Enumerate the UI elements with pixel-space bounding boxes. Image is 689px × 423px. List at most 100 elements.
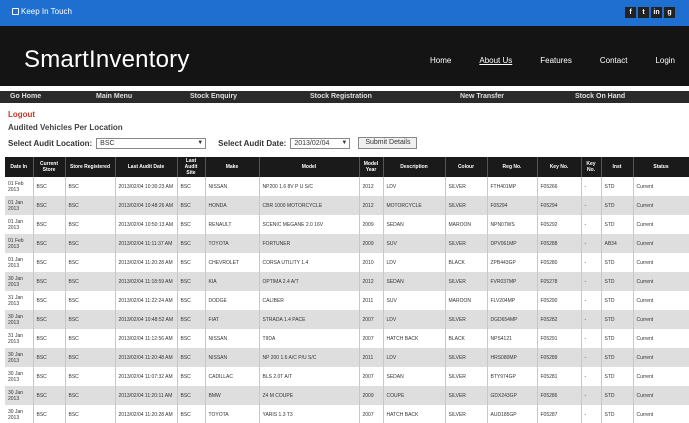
- menu-bar: Go Home Main Menu Stock Enquiry Stock Re…: [0, 91, 689, 103]
- col-key-no[interactable]: Key No.: [537, 157, 582, 177]
- cell-last-audit-date: 2013/02/04 11:11:37 AM: [115, 234, 178, 253]
- nav-login[interactable]: Login: [641, 56, 689, 65]
- table-row[interactable]: 30 Jan 2013 BSC BSC 2013/02/04 11:20:48 AM B…: [5, 348, 689, 367]
- cell-model: TIIDA: [259, 329, 360, 348]
- submit-details-button[interactable]: Submit Details: [358, 137, 418, 149]
- cell-description: SEDAN: [383, 367, 446, 386]
- cell-colour: MAROON: [445, 291, 488, 310]
- cell-current-store: BSC: [33, 177, 66, 196]
- menu-main-menu[interactable]: Main Menu: [96, 93, 132, 100]
- cell-inst: STD: [601, 310, 634, 329]
- col-status[interactable]: Status: [633, 157, 689, 177]
- cell-key-no: F05281: [537, 367, 582, 386]
- main-nav: Home About Us Features Contact Login: [416, 56, 689, 65]
- cell-current-store: BSC: [33, 367, 66, 386]
- twitter-icon[interactable]: t: [638, 7, 649, 18]
- table-row[interactable]: 01 Feb 2013 BSC BSC 2013/02/04 11:11:37 AM B…: [5, 234, 689, 253]
- menu-stock-enquiry[interactable]: Stock Enquiry: [190, 93, 237, 100]
- cell-store-registered: BSC: [65, 177, 116, 196]
- menu-new-transfer[interactable]: New Transfer: [460, 93, 504, 100]
- menu-go-home[interactable]: Go Home: [10, 93, 41, 100]
- cell-store-registered: BSC: [65, 272, 116, 291]
- cell-description: HATCH BACK: [383, 329, 446, 348]
- cell-inst: STD: [601, 348, 634, 367]
- date-select[interactable]: 2013/02/04 ▼: [290, 137, 351, 149]
- site-header: SmartInventory Home About Us Features Co…: [0, 26, 689, 86]
- col-date-in[interactable]: Date In: [5, 157, 34, 177]
- cell-key-no: F05286: [537, 386, 582, 405]
- linkedin-icon[interactable]: in: [651, 7, 662, 18]
- location-select[interactable]: BSC ▼: [96, 137, 207, 149]
- cell-status: Current: [633, 196, 689, 215]
- menu-stock-on-hand[interactable]: Stock On Hand: [575, 93, 625, 100]
- cell-model-year: 2012: [359, 272, 384, 291]
- cell-inst: STD: [601, 253, 634, 272]
- table-row[interactable]: 30 Jan 2013 BSC BSC 2013/02/04 11:07:32 AM B…: [5, 367, 689, 386]
- cell-model: CALIBER: [259, 291, 360, 310]
- keep-in-touch-label: Keep In Touch: [21, 7, 73, 16]
- cell-status: Current: [633, 348, 689, 367]
- col-current-store[interactable]: Current Store: [33, 157, 66, 177]
- col-colour[interactable]: Colour: [445, 157, 488, 177]
- brand-logo[interactable]: SmartInventory: [24, 46, 190, 74]
- cell-model: SCENIC MEGANE 2.0 16V: [259, 215, 360, 234]
- cell-key-no-2: -: [581, 291, 602, 310]
- cell-last-audit-site: BSC: [177, 291, 206, 310]
- col-last-audit-date[interactable]: Last Audit Date: [115, 157, 178, 177]
- cell-current-store: BSC: [33, 348, 66, 367]
- cell-model: OPTIMA 2.4 A/T: [259, 272, 360, 291]
- cell-reg-no: FTH401MP: [487, 177, 538, 196]
- cell-date-in: 31 Jan 2013: [5, 329, 34, 348]
- menu-stock-registration[interactable]: Stock Registration: [310, 93, 372, 100]
- cell-inst: STD: [601, 405, 634, 423]
- col-description[interactable]: Description: [383, 157, 446, 177]
- cell-key-no-2: -: [581, 348, 602, 367]
- table-row[interactable]: 30 Jan 2013 BSC BSC 2013/02/04 11:20:28 AM B…: [5, 405, 689, 423]
- table-row[interactable]: 01 Jan 2013 BSC BSC 2013/02/04 10:48:26 AM B…: [5, 196, 689, 215]
- cell-status: Current: [633, 177, 689, 196]
- col-model[interactable]: Model: [259, 157, 360, 177]
- nav-contact[interactable]: Contact: [586, 56, 642, 65]
- google-plus-icon[interactable]: g: [664, 7, 675, 18]
- cell-date-in: 30 Jan 2013: [5, 348, 34, 367]
- cell-last-audit-site: BSC: [177, 310, 206, 329]
- col-inst[interactable]: Inst: [601, 157, 634, 177]
- cell-key-no: F05289: [537, 348, 582, 367]
- cell-description: LDV: [383, 177, 446, 196]
- col-store-registered[interactable]: Store Registered: [65, 157, 116, 177]
- table-row[interactable]: 01 Feb 2013 BSC BSC 2013/02/04 10:30:23 AM B…: [5, 177, 689, 196]
- nav-home[interactable]: Home: [416, 56, 465, 65]
- cell-key-no-2: -: [581, 386, 602, 405]
- cell-description: LDV: [383, 348, 446, 367]
- col-reg-no[interactable]: Reg No.: [487, 157, 538, 177]
- table-row[interactable]: 31 Jan 2013 BSC BSC 2013/02/04 11:22:24 AM B…: [5, 291, 689, 310]
- cell-key-no-2: -: [581, 177, 602, 196]
- table-row[interactable]: 31 Jan 2013 BSC BSC 2013/02/04 11:12:56 AM B…: [5, 329, 689, 348]
- cell-reg-no: FVR037MP: [487, 272, 538, 291]
- cell-date-in: 01 Jan 2013: [5, 253, 34, 272]
- cell-model: BLS 2.0T A/T: [259, 367, 360, 386]
- cell-key-no-2: -: [581, 329, 602, 348]
- social-links: f t in g: [625, 7, 675, 18]
- table-row[interactable]: 01 Jan 2013 BSC BSC 2013/02/04 10:50:13 AM B…: [5, 215, 689, 234]
- cell-model-year: 2007: [359, 367, 384, 386]
- col-key-no-2[interactable]: Key No.: [581, 157, 602, 177]
- col-make[interactable]: Make: [205, 157, 260, 177]
- table-row[interactable]: 30 Jan 2013 BSC BSC 2013/02/04 11:18:59 AM B…: [5, 272, 689, 291]
- nav-features[interactable]: Features: [526, 56, 586, 65]
- cell-description: SEDAN: [383, 215, 446, 234]
- col-last-audit-site[interactable]: Last Audit Site: [177, 157, 206, 177]
- cell-colour: SILVER: [445, 310, 488, 329]
- facebook-icon[interactable]: f: [625, 7, 636, 18]
- logout-link[interactable]: Logout: [8, 110, 35, 119]
- cell-inst: STD: [601, 272, 634, 291]
- col-model-year[interactable]: Model Year: [359, 157, 384, 177]
- keep-in-touch[interactable]: Keep In Touch: [12, 7, 72, 16]
- nav-about-us[interactable]: About Us: [465, 56, 526, 65]
- cell-colour: SILVER: [445, 272, 488, 291]
- cell-key-no: F05287: [537, 405, 582, 423]
- cell-description: SUV: [383, 291, 446, 310]
- table-row[interactable]: 01 Jan 2013 BSC BSC 2013/02/04 11:20:28 AM B…: [5, 253, 689, 272]
- table-row[interactable]: 30 Jan 2013 BSC BSC 2013/02/04 11:20:11 AM B…: [5, 386, 689, 405]
- table-row[interactable]: 30 Jan 2013 BSC BSC 2013/02/04 10:48:52 AM B…: [5, 310, 689, 329]
